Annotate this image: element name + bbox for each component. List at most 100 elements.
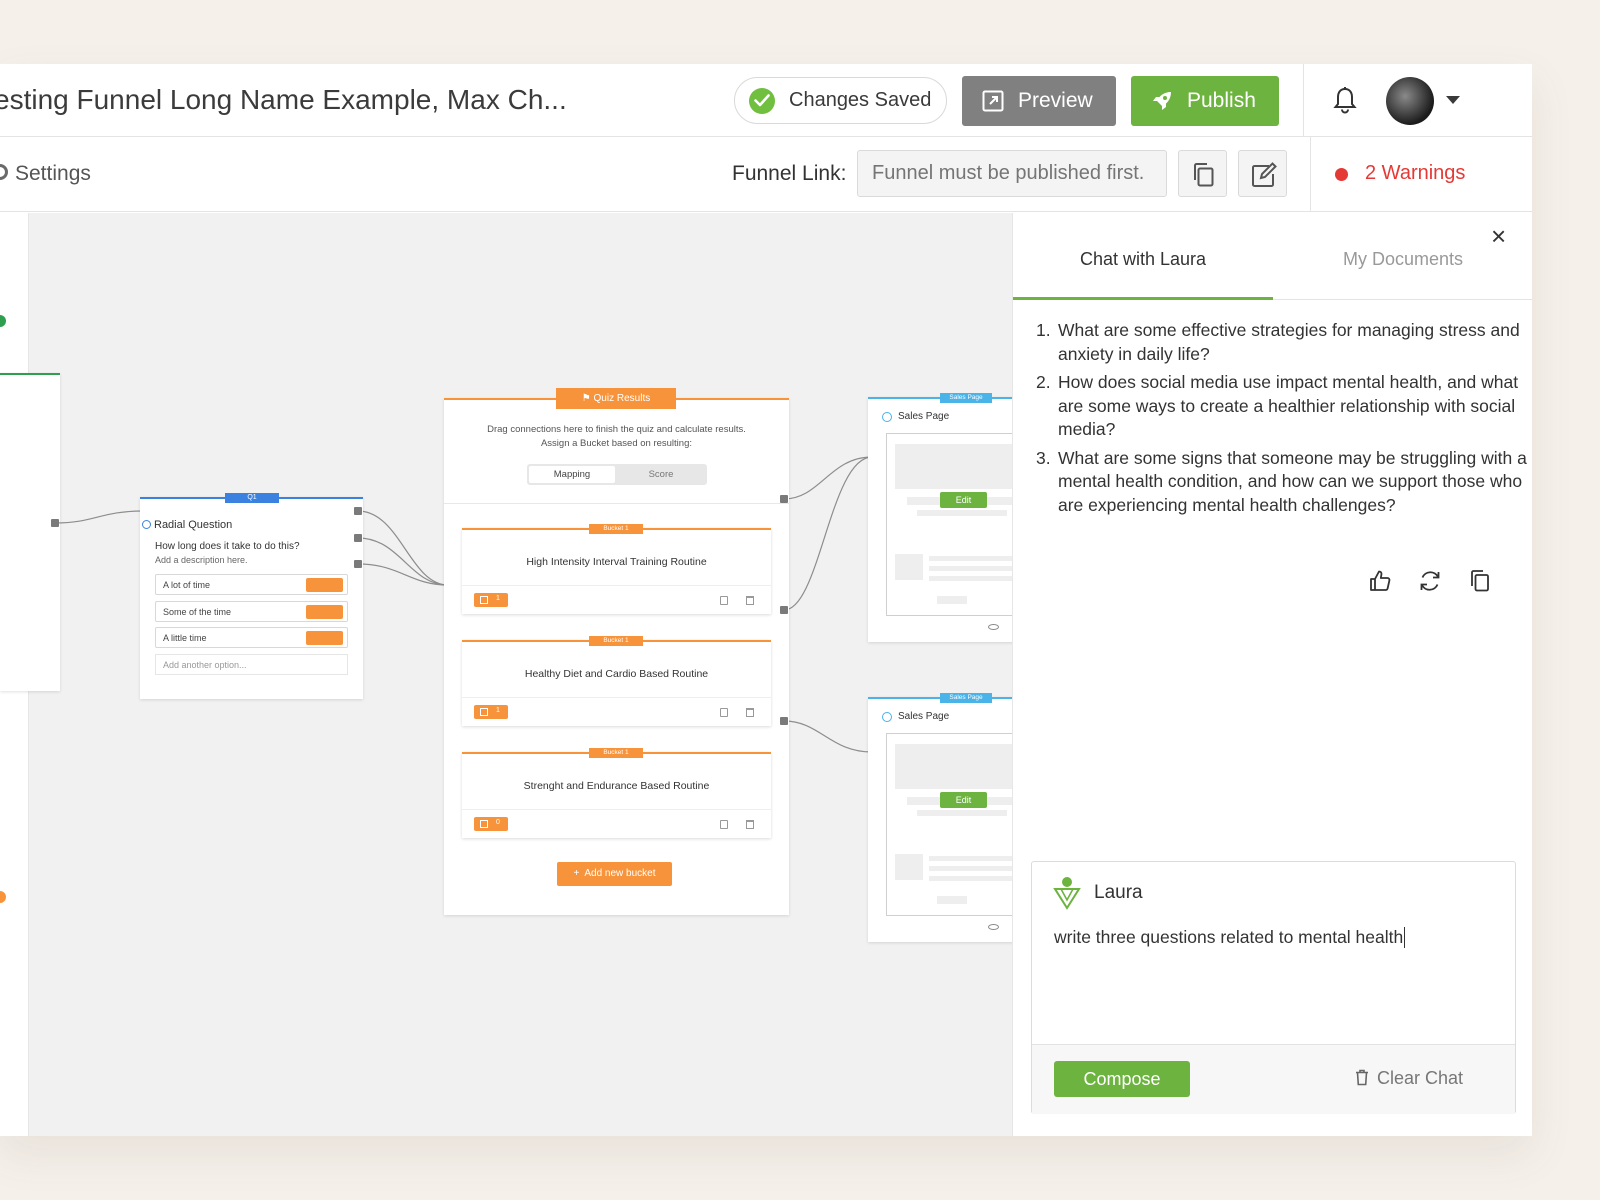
connection-port[interactable] — [354, 507, 362, 515]
dollar-icon — [882, 412, 892, 422]
bucket-count-badge[interactable]: 0 — [474, 817, 508, 831]
divider — [1310, 137, 1311, 212]
divider — [444, 503, 789, 504]
trash-icon[interactable] — [746, 596, 754, 605]
connection-port[interactable] — [780, 717, 788, 725]
edit-icon — [1252, 162, 1277, 187]
add-bucket-button[interactable]: + Add new bucket — [557, 862, 672, 886]
bucket-name[interactable]: High Intensity Interval Training Routine — [462, 556, 771, 568]
clear-chat-button[interactable]: Clear Chat — [1356, 1068, 1463, 1089]
saved-status-label: Changes Saved — [789, 89, 932, 111]
edit-link-button[interactable] — [1238, 150, 1287, 197]
rocket-icon — [1151, 90, 1173, 118]
page-thumbnail — [886, 733, 1012, 916]
divider — [462, 585, 771, 586]
image-check-icon[interactable] — [306, 631, 343, 645]
bucket-card[interactable]: Bucket 1 High Intensity Interval Trainin… — [462, 524, 771, 614]
chevron-down-icon[interactable] — [1446, 96, 1460, 104]
changes-saved-status: Changes Saved — [734, 77, 947, 124]
tab-chat-with-laura[interactable]: Chat with Laura — [1013, 249, 1273, 270]
plus-icon: + — [573, 868, 580, 879]
answer-option[interactable]: Some of the time — [155, 601, 348, 622]
dollar-icon — [882, 712, 892, 722]
compose-box: Laura write three questions related to m… — [1031, 861, 1516, 1114]
gear-icon[interactable] — [0, 164, 8, 180]
connection-port[interactable] — [51, 519, 59, 527]
close-icon[interactable]: × — [1491, 223, 1506, 249]
avatar[interactable] — [1386, 77, 1434, 125]
image-icon — [480, 708, 488, 716]
copy-icon[interactable] — [720, 596, 728, 605]
connection-port[interactable] — [354, 534, 362, 542]
image-icon — [480, 820, 488, 828]
bucket-count-badge[interactable]: 1 — [474, 593, 508, 607]
add-option-input[interactable]: Add another option... — [155, 654, 348, 675]
quiz-results-tag: ⚑ Quiz Results — [556, 388, 676, 409]
bucket-card[interactable]: Bucket 1 Healthy Diet and Cardio Based R… — [462, 636, 771, 726]
divider — [1303, 64, 1304, 137]
copy-link-button[interactable] — [1178, 150, 1227, 197]
warnings-link[interactable]: 2 Warnings — [1365, 162, 1465, 185]
mapping-tab[interactable]: Mapping — [529, 466, 615, 483]
eye-icon[interactable] — [988, 924, 999, 930]
copy-icon[interactable] — [720, 708, 728, 717]
assistant-answer: 1. What are some effective strategies for… — [1036, 319, 1528, 522]
external-link-icon — [982, 90, 1004, 118]
bell-icon[interactable] — [1333, 86, 1357, 119]
copy-icon[interactable] — [720, 820, 728, 829]
compose-button[interactable]: Compose — [1054, 1061, 1190, 1097]
active-tab-indicator — [1013, 297, 1273, 300]
sales-page-card[interactable]: Sales Page Sales Page Edit — [868, 393, 1012, 642]
preview-button[interactable]: Preview — [962, 76, 1116, 126]
connection-port[interactable] — [780, 495, 788, 503]
eye-icon[interactable] — [988, 624, 999, 630]
question-card[interactable]: Q1 Radial Question How long does it take… — [140, 493, 363, 699]
funnel-title[interactable]: esting Funnel Long Name Example, Max Ch.… — [0, 84, 567, 116]
prompt-input[interactable]: write three questions related to mental … — [1054, 927, 1406, 948]
check-circle-icon — [749, 88, 775, 114]
funnel-link-label: Funnel Link: — [732, 162, 847, 185]
refresh-icon[interactable] — [1418, 569, 1442, 598]
answer-option[interactable]: A lot of time — [155, 574, 348, 595]
bucket-name[interactable]: Healthy Diet and Cardio Based Routine — [462, 668, 771, 680]
connection-port[interactable] — [354, 560, 362, 568]
thumbs-up-icon[interactable] — [1368, 569, 1392, 598]
copy-icon[interactable] — [1469, 569, 1491, 598]
edit-page-button[interactable]: Edit — [940, 492, 987, 508]
bucket-count-badge[interactable]: 1 — [474, 705, 508, 719]
publish-button[interactable]: Publish — [1131, 76, 1279, 126]
question-type: Radial Question — [142, 519, 232, 531]
score-tab[interactable]: Score — [617, 466, 705, 483]
bucket-tag: Bucket 1 — [589, 748, 643, 758]
divider — [462, 809, 771, 810]
settings-link[interactable]: Settings — [15, 162, 91, 186]
edit-page-button[interactable]: Edit — [940, 792, 987, 808]
image-check-icon[interactable] — [306, 578, 343, 592]
trash-icon — [1355, 1069, 1369, 1091]
tab-my-documents[interactable]: My Documents — [1273, 249, 1532, 270]
quiz-results-description: Drag connections here to finish the quiz… — [487, 424, 746, 435]
app-window: esting Funnel Long Name Example, Max Ch.… — [0, 64, 1532, 1136]
question-tag: Q1 — [225, 493, 279, 503]
list-item: 3. What are some signs that someone may b… — [1036, 447, 1527, 515]
quiz-results-description: Assign a Bucket based on resulting: — [540, 438, 693, 449]
trash-icon[interactable] — [746, 820, 754, 829]
preview-label: Preview — [1018, 89, 1093, 112]
funnel-canvas[interactable]: Q1 Radial Question How long does it take… — [0, 213, 1012, 1136]
question-text[interactable]: How long does it take to do this? — [155, 541, 300, 552]
funnel-link-input[interactable] — [857, 150, 1167, 197]
bucket-card[interactable]: Bucket 1 Strenght and Endurance Based Ro… — [462, 748, 771, 838]
quiz-results-card[interactable]: ⚑ Quiz Results Drag connections here to … — [444, 388, 789, 915]
image-check-icon[interactable] — [306, 605, 343, 619]
assistant-name: Laura — [1094, 882, 1143, 903]
sales-page-card[interactable]: Sales Page Sales Page Edit — [868, 693, 1012, 942]
connection-port[interactable] — [780, 606, 788, 614]
copy-icon — [1194, 163, 1214, 187]
page-thumbnail — [886, 433, 1012, 616]
bucket-name[interactable]: Strenght and Endurance Based Routine — [462, 780, 771, 792]
question-description[interactable]: Add a description here. — [155, 555, 248, 565]
answer-option[interactable]: A little time — [155, 627, 348, 648]
top-bar: esting Funnel Long Name Example, Max Ch.… — [0, 64, 1532, 137]
compose-footer: Compose Clear Chat — [1032, 1044, 1515, 1114]
trash-icon[interactable] — [746, 708, 754, 717]
